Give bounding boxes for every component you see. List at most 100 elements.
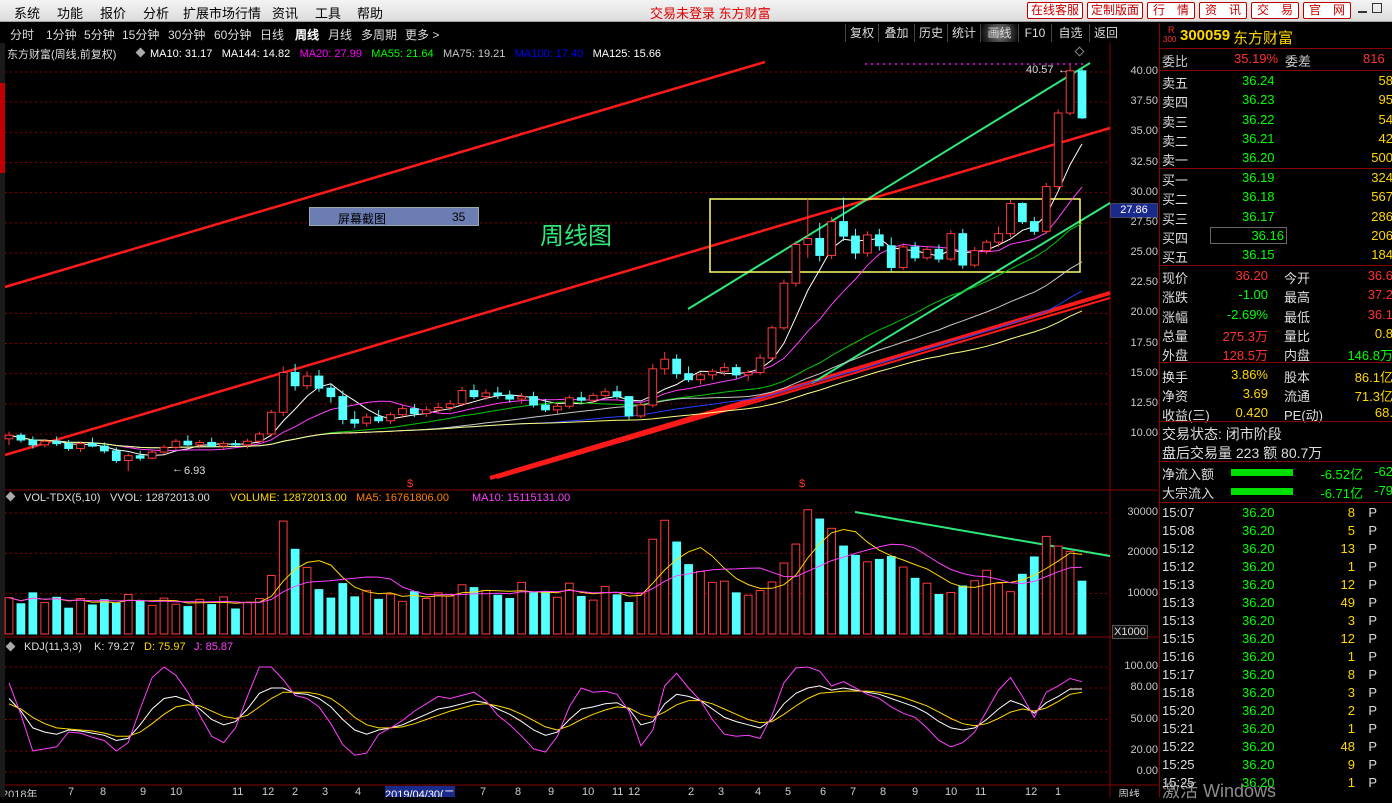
volume-bar[interactable] <box>767 581 777 635</box>
volume-bar[interactable] <box>874 558 884 635</box>
volume-bar[interactable] <box>588 599 598 635</box>
candle-body[interactable] <box>803 238 813 246</box>
volume-bar[interactable] <box>696 570 705 635</box>
candle-body[interactable] <box>779 282 789 329</box>
order-row[interactable]: 买四 36.16 206 <box>1160 226 1392 246</box>
candle-body[interactable] <box>1041 186 1051 232</box>
candle-body[interactable] <box>648 368 658 406</box>
volume-bar[interactable] <box>398 600 407 635</box>
candle-body[interactable] <box>1029 221 1039 232</box>
candle-body[interactable] <box>1065 70 1075 114</box>
candle-body[interactable] <box>958 233 968 266</box>
volume-bar[interactable] <box>254 598 264 635</box>
tick-row[interactable]: 15:08 36.20 5 P <box>1160 522 1392 540</box>
candle-body[interactable] <box>52 440 62 445</box>
official-site-button[interactable]: 官 网 <box>1303 2 1351 19</box>
volume-bar[interactable] <box>815 518 825 635</box>
candle-body[interactable] <box>362 416 372 424</box>
candle-body[interactable] <box>994 233 1003 243</box>
order-row[interactable]: 卖二 36.21 42 <box>1160 130 1392 149</box>
candle-body[interactable] <box>719 367 729 372</box>
volume-bar[interactable] <box>135 600 145 635</box>
volume-bar[interactable] <box>1065 550 1075 635</box>
tick-row[interactable]: 15:17 36.20 8 P <box>1160 666 1392 684</box>
volume-bar[interactable] <box>553 596 562 635</box>
candle-body[interactable] <box>374 416 383 422</box>
volume-bar[interactable] <box>886 556 896 635</box>
order-row[interactable]: 卖五 36.24 58 <box>1160 72 1392 91</box>
candle-body[interactable] <box>290 371 300 387</box>
volume-bar[interactable] <box>64 607 73 635</box>
candle-body[interactable] <box>219 443 228 447</box>
candle-body[interactable] <box>791 244 801 284</box>
minimize-icon[interactable] <box>1358 4 1367 13</box>
volume-bar[interactable] <box>660 519 670 635</box>
volume-bar[interactable] <box>207 604 217 635</box>
candle-body[interactable] <box>147 451 157 459</box>
candle-body[interactable] <box>207 441 217 447</box>
volume-bar[interactable] <box>409 591 419 635</box>
tick-row[interactable]: 15:12 36.20 1 P <box>1160 558 1392 576</box>
candle-body[interactable] <box>195 441 205 446</box>
tick-row[interactable]: 15:13 36.20 12 P <box>1160 576 1392 594</box>
candle-body[interactable] <box>851 235 860 254</box>
volume-bar[interactable] <box>469 587 479 635</box>
candle-body[interactable] <box>863 234 872 254</box>
candle-body[interactable] <box>28 439 38 446</box>
volume-bar[interactable] <box>612 594 622 635</box>
candle-body[interactable] <box>171 440 181 448</box>
candle-body[interactable] <box>553 405 562 411</box>
volume-bar[interactable] <box>970 580 980 635</box>
candle-body[interactable] <box>624 396 634 417</box>
volume-bar[interactable] <box>827 527 837 635</box>
candle-body[interactable] <box>398 408 407 416</box>
kline-chart[interactable] <box>0 0 1158 797</box>
news-button[interactable]: 资 讯 <box>1199 2 1247 19</box>
volume-bar[interactable] <box>171 603 181 635</box>
volume-bar[interactable] <box>183 606 193 635</box>
candle-body[interactable] <box>457 390 467 405</box>
candle-body[interactable] <box>421 409 431 414</box>
volume-bar[interactable] <box>684 564 693 635</box>
candle-body[interactable] <box>660 358 670 370</box>
candle-body[interactable] <box>243 440 252 446</box>
candle-body[interactable] <box>636 404 646 417</box>
volume-bar[interactable] <box>791 543 801 635</box>
volume-bar[interactable] <box>4 597 14 635</box>
candle-body[interactable] <box>874 234 884 247</box>
candle-body[interactable] <box>910 246 920 259</box>
candle-body[interactable] <box>231 443 240 446</box>
volume-bar[interactable] <box>302 566 312 635</box>
volume-bar[interactable] <box>779 562 789 635</box>
screenshot-badge[interactable]: 屏幕截图 35 <box>309 207 479 226</box>
tick-row[interactable]: 15:07 36.20 8 P <box>1160 504 1392 522</box>
candle-body[interactable] <box>88 443 97 447</box>
candle-body[interactable] <box>672 358 682 375</box>
candle-body[interactable] <box>886 245 896 268</box>
volume-bar[interactable] <box>839 545 848 635</box>
volume-bar[interactable] <box>755 589 765 635</box>
candle-body[interactable] <box>266 411 276 435</box>
tick-row[interactable]: 15:16 36.20 1 P <box>1160 648 1392 666</box>
candle-body[interactable] <box>517 396 527 400</box>
candle-body[interactable] <box>16 434 26 441</box>
candle-body[interactable] <box>1077 70 1087 119</box>
volume-bar[interactable] <box>195 598 205 635</box>
candle-body[interactable] <box>100 445 109 452</box>
volume-bar[interactable] <box>278 520 288 635</box>
volume-bar[interactable] <box>505 598 515 635</box>
candle-body[interactable] <box>755 357 765 373</box>
candle-body[interactable] <box>541 404 550 411</box>
candle-body[interactable] <box>588 394 598 401</box>
volume-bar[interactable] <box>1006 591 1015 635</box>
volume-bar[interactable] <box>76 598 85 635</box>
volume-bar[interactable] <box>493 594 503 635</box>
volume-bar[interactable] <box>719 580 729 635</box>
candle-body[interactable] <box>278 371 288 413</box>
candle-body[interactable] <box>76 443 85 449</box>
order-row[interactable]: 买五 36.15 184 <box>1160 246 1392 265</box>
volume-bar[interactable] <box>731 592 741 635</box>
candle-body[interactable] <box>159 446 169 453</box>
candle-body[interactable] <box>4 434 14 440</box>
volume-bar[interactable] <box>338 583 348 635</box>
